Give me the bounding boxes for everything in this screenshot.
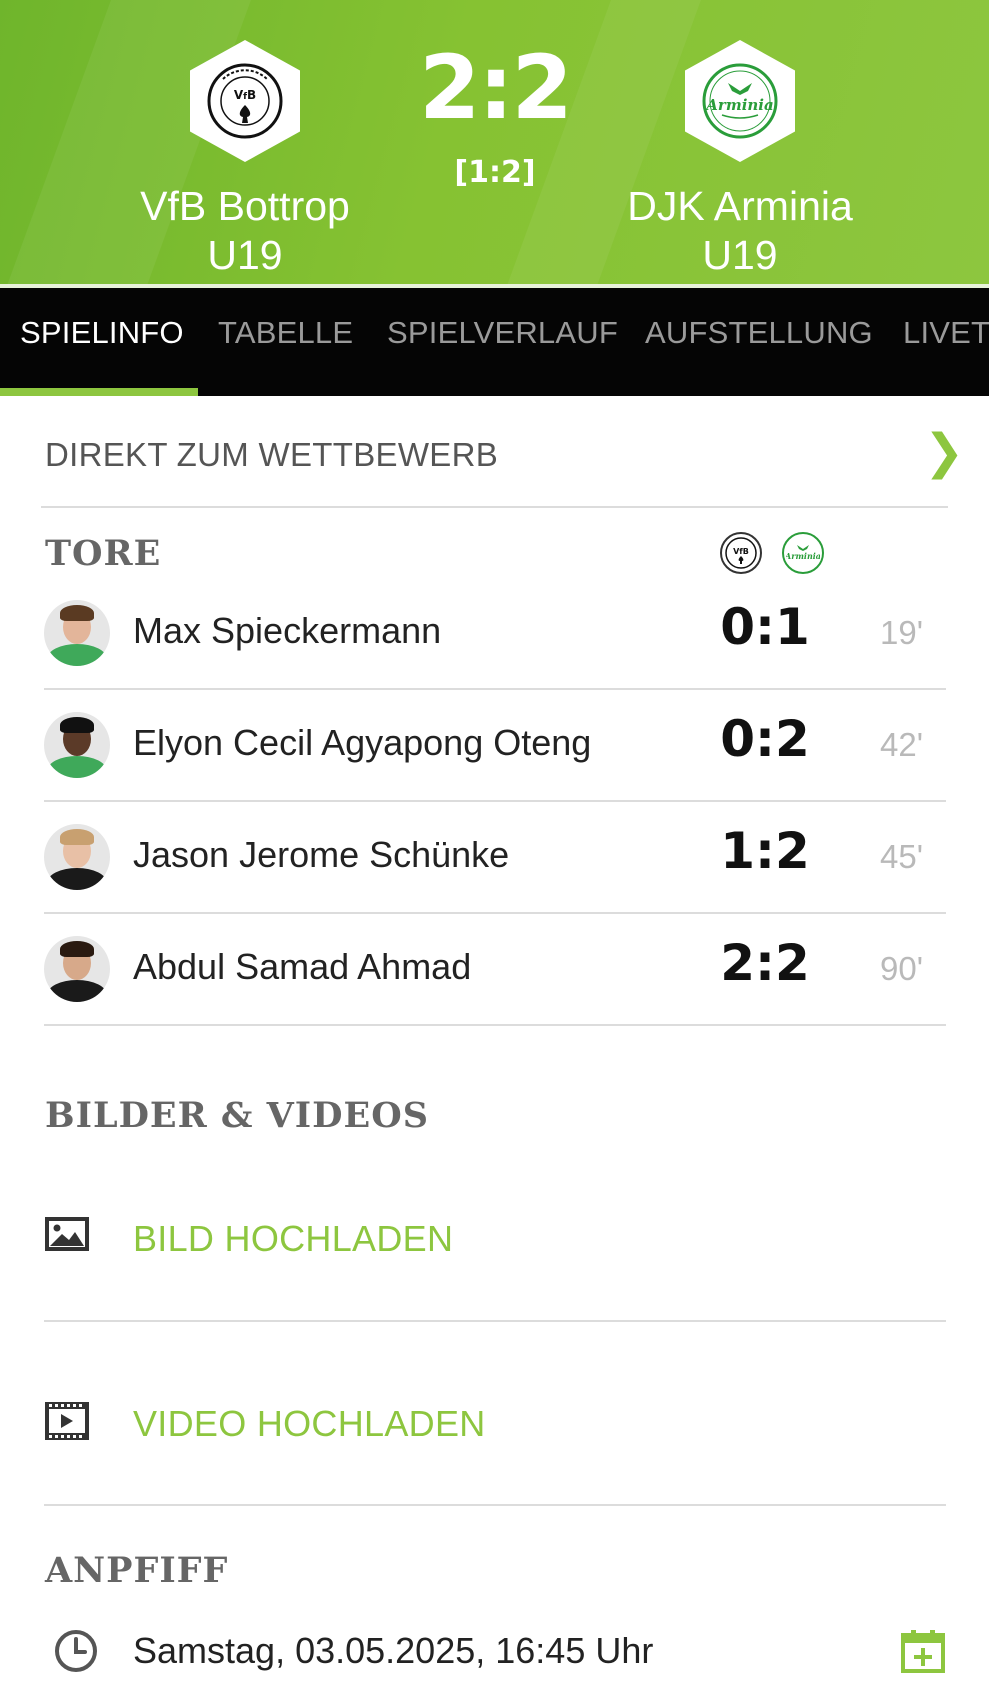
tab-liveticker[interactable]: LIVET [903,288,989,396]
home-team-age-class: U19 [207,232,283,278]
goal-score: 2:2 [720,934,810,992]
goal-row[interactable]: Elyon Cecil Agyapong Oteng 0:2 42' [0,690,989,802]
upload-video-button[interactable]: VIDEO HOCHLADEN [0,1365,989,1485]
video-icon [44,1401,90,1446]
away-team-name-line1: DJK Arminia [627,183,853,229]
goal-scorer: Jason Jerome Schünke [133,834,510,875]
kickoff-datetime: Samstag, 03.05.2025, 16:45 Uhr [133,1630,654,1671]
player-avatar [44,824,110,890]
upload-image-label: BILD HOCHLADEN [133,1218,454,1259]
upload-image-button[interactable]: BILD HOCHLADEN [0,1180,989,1300]
player-avatar [44,712,110,778]
away-team[interactable]: Arminia DJK Arminia U19 [580,40,900,280]
svg-text:Arminia: Arminia [704,96,773,114]
goal-scorer: Max Spieckermann [133,610,442,651]
goal-score: 0:1 [720,598,810,656]
tab-spielverlauf[interactable]: SPIELVERLAUF [387,288,618,396]
goals-section-title: TORE [45,533,162,574]
away-crest-icon: Arminia [685,40,795,162]
kickoff-section-title: ANPFIFF [45,1550,229,1591]
goal-minute: 42' [880,726,924,763]
divider [44,1024,946,1026]
divider [44,1504,946,1506]
home-team-name-line1: VfB Bottrop [140,183,350,229]
home-crest-icon: VfB [190,40,300,162]
player-avatar [44,600,110,666]
goal-minute: 90' [880,950,924,987]
halftime-score: [1:2] [454,155,536,190]
player-avatar [44,936,110,1002]
tab-tabelle[interactable]: TABELLE [218,288,353,396]
chevron-right-icon: ❯ [924,424,965,480]
match-header: VfB VfB Bottrop U19 2:2 [1:2] Arminia DJ… [0,0,989,284]
goal-scorer: Abdul Samad Ahmad [133,946,472,987]
goal-score: 0:2 [720,710,810,768]
away-mini-crest-icon: Arminia [782,532,824,574]
active-tab-indicator [0,388,198,396]
away-team-name: DJK Arminia U19 [580,182,900,280]
calendar-add-icon[interactable] [900,1628,946,1679]
tab-bar: SPIELINFO TABELLE SPIELVERLAUF AUFSTELLU… [0,284,989,396]
clock-icon [53,1628,99,1679]
final-score: 2:2 [419,36,573,139]
away-team-age-class: U19 [702,232,778,278]
goal-minute: 45' [880,838,924,875]
goal-score: 1:2 [720,822,810,880]
home-mini-crest-icon: VfB [720,532,762,574]
goal-minute: 19' [880,614,924,651]
tab-aufstellung[interactable]: AUFSTELLUNG [645,288,873,396]
goal-row[interactable]: Abdul Samad Ahmad 2:2 90' [0,914,989,1026]
goal-row[interactable]: Jason Jerome Schünke 1:2 45' [0,802,989,914]
kickoff-row: Samstag, 03.05.2025, 16:45 Uhr [0,1610,989,1690]
home-team[interactable]: VfB VfB Bottrop U19 [85,40,405,280]
upload-video-label: VIDEO HOCHLADEN [133,1403,486,1444]
home-team-name: VfB Bottrop U19 [85,182,405,280]
competition-link-label: DIREKT ZUM WETTBEWERB [45,436,499,473]
competition-link[interactable]: DIREKT ZUM WETTBEWERB ❯ [0,396,989,508]
svg-text:VfB: VfB [733,547,749,556]
goal-scorer: Elyon Cecil Agyapong Oteng [133,722,592,763]
goal-row[interactable]: Max Spieckermann 0:1 19' [0,578,989,690]
divider [44,1320,946,1322]
divider [41,506,948,508]
tab-spielinfo[interactable]: SPIELINFO [20,288,184,396]
media-section-title: BILDER & VIDEOS [45,1095,429,1136]
svg-text:Arminia: Arminia [786,551,820,561]
image-icon [44,1216,90,1257]
